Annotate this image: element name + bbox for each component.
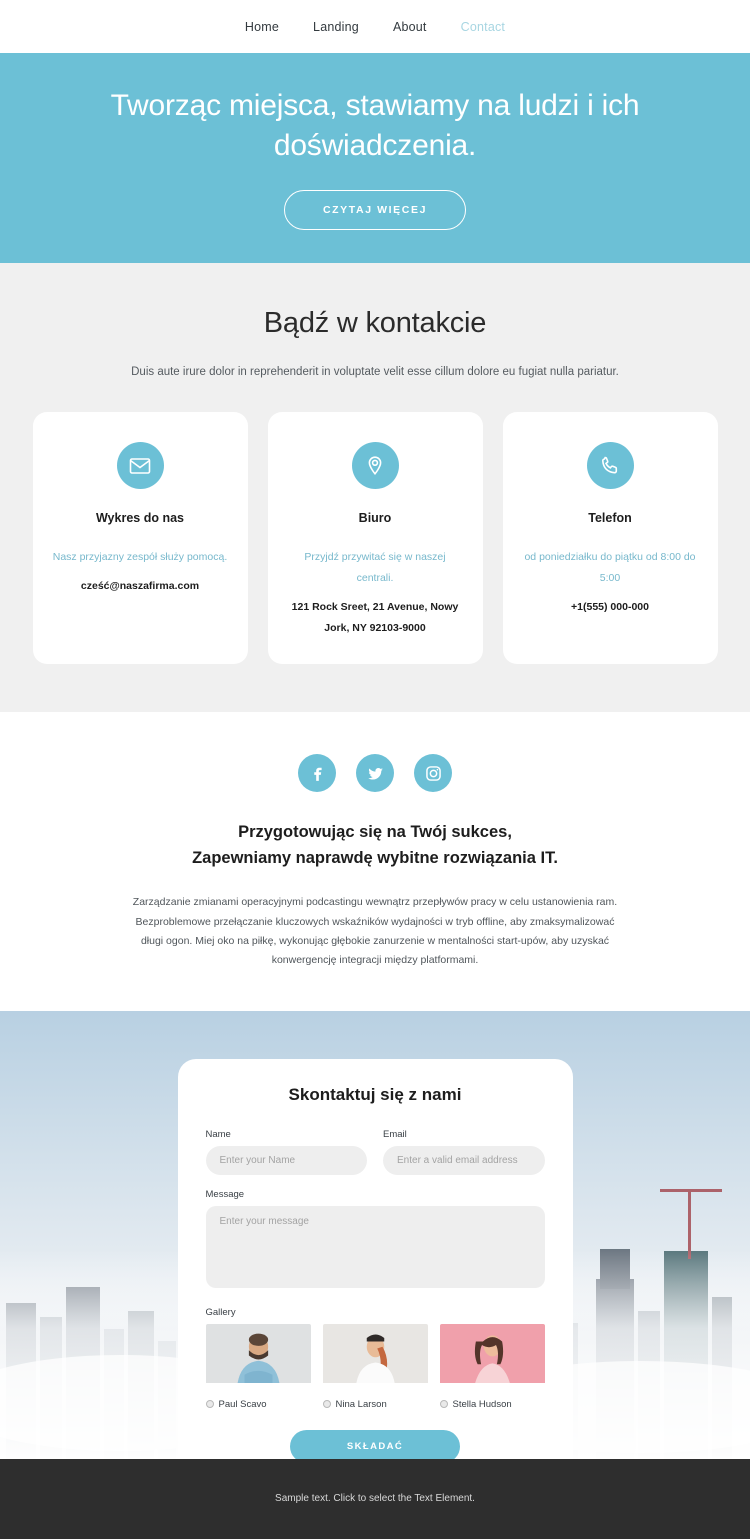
about-title-line2: Zapewniamy naprawdę wybitne rozwiązania … <box>192 848 558 867</box>
contact-cards: Wykres do nas Nasz przyjazny zespół służ… <box>0 412 750 665</box>
email-input[interactable] <box>383 1145 545 1175</box>
contact-section-title: Bądź w kontakcie <box>263 307 487 339</box>
twitter-icon[interactable] <box>356 754 394 793</box>
contact-card-email[interactable]: Wykres do nas Nasz przyjazny zespół służ… <box>32 412 248 665</box>
gallery-item[interactable]: Stella Hudson <box>439 1323 545 1410</box>
gallery-label-nina-larson: Nina Larson <box>335 1398 387 1410</box>
contact-card-note: Przyjdź przywitać się w naszej centrali. <box>304 551 446 585</box>
name-input[interactable] <box>205 1145 367 1175</box>
hero-section: Tworząc miejsca, stawiamy na ludzi i ich… <box>0 53 750 263</box>
contact-card-note: Nasz przyjazny zespół służy pomocą. <box>52 551 228 564</box>
gallery-photo-stella-hudson <box>439 1323 545 1392</box>
contact-card-title: Wykres do nas <box>95 511 184 526</box>
facebook-icon[interactable] <box>298 754 336 793</box>
about-title: Przygotowując się na Twój sukces, Zapewn… <box>0 820 750 871</box>
gallery-label: Gallery <box>205 1306 236 1318</box>
contact-card-value[interactable]: +1(555) 000-000 <box>521 597 700 617</box>
contact-card-note: od poniedziałku do piątku od 8:00 do 5:0… <box>524 551 696 585</box>
contact-section-subtitle: Duis aute irure dolor in reprehenderit i… <box>131 366 619 378</box>
gallery-radio-paul-scavo[interactable] <box>205 1400 214 1409</box>
contact-card-phone[interactable]: Telefon od poniedziałku do piątku od 8:0… <box>502 412 718 665</box>
nav-item-about[interactable]: About <box>393 20 427 34</box>
submit-row: SKŁADAĆ <box>206 1429 545 1459</box>
contact-card-title: Telefon <box>588 511 632 526</box>
contact-card-value[interactable]: 121 Rock Sreet, 21 Avenue, Nowy Jork, NY… <box>286 597 465 638</box>
name-field-group: Name <box>205 1128 367 1175</box>
gallery-radio-stella-hudson[interactable] <box>439 1400 448 1409</box>
social-links <box>0 754 750 793</box>
read-more-button[interactable]: CZYTAJ WIĘCEJ <box>283 189 467 230</box>
map-pin-icon <box>351 442 399 490</box>
contact-form-card: Skontaktuj się z nami Name Email Message… <box>177 1058 573 1459</box>
message-label: Message <box>205 1188 245 1200</box>
gallery-name-row[interactable]: Nina Larson <box>322 1398 428 1410</box>
gallery-options: Paul Scavo Nina Larson Stella Hudson <box>205 1323 545 1410</box>
nav-item-contact[interactable]: Contact <box>461 20 505 34</box>
message-field-group: Message <box>205 1188 545 1293</box>
footer-text[interactable]: Sample text. Click to select the Text El… <box>275 1493 475 1504</box>
phone-icon <box>586 442 634 490</box>
instagram-icon[interactable] <box>414 754 452 793</box>
nav-item-home[interactable]: Home <box>245 20 279 34</box>
about-section: Przygotowując się na Twój sukces, Zapewn… <box>0 712 750 1011</box>
gallery-label-stella-hudson: Stella Hudson <box>452 1398 512 1410</box>
about-title-line1: Przygotowując się na Twój sukces, <box>238 823 512 842</box>
gallery-radio-nina-larson[interactable] <box>322 1400 331 1409</box>
footer: Sample text. Click to select the Text El… <box>0 1458 750 1539</box>
contact-section: Bądź w kontakcie Duis aute irure dolor i… <box>0 263 750 713</box>
gallery-name-row[interactable]: Paul Scavo <box>205 1398 311 1410</box>
message-textarea[interactable] <box>205 1205 545 1288</box>
about-body-text: Zarządzanie zmianami operacyjnymi podcas… <box>132 896 618 967</box>
email-label: Email <box>383 1128 407 1140</box>
name-label: Name <box>205 1128 231 1140</box>
gallery-name-row[interactable]: Stella Hudson <box>439 1398 545 1410</box>
contact-form-section: Skontaktuj się z nami Name Email Message… <box>0 1010 750 1459</box>
contact-card-office[interactable]: Biuro Przyjdź przywitać się w naszej cen… <box>267 412 483 665</box>
contact-card-value[interactable]: cześć@naszafirma.com <box>51 576 230 596</box>
envelope-icon <box>116 442 164 490</box>
submit-button[interactable]: SKŁADAĆ <box>290 1429 460 1459</box>
gallery-item[interactable]: Nina Larson <box>322 1323 428 1410</box>
form-row-name-email: Name Email <box>205 1128 545 1189</box>
hero-title: Tworząc miejsca, stawiamy na ludzi i ich… <box>110 89 640 162</box>
contact-card-title: Biuro <box>358 511 392 526</box>
email-field-group: Email <box>383 1129 545 1175</box>
nav-item-landing[interactable]: Landing <box>313 20 359 34</box>
gallery-item[interactable]: Paul Scavo <box>205 1323 311 1410</box>
gallery-label-paul-scavo: Paul Scavo <box>218 1398 267 1410</box>
form-title: Skontaktuj się z nami <box>288 1084 462 1104</box>
gallery-photo-paul-scavo <box>205 1323 311 1392</box>
gallery-photo-nina-larson <box>322 1323 428 1392</box>
main-navigation: Home Landing About Contact <box>0 0 750 53</box>
